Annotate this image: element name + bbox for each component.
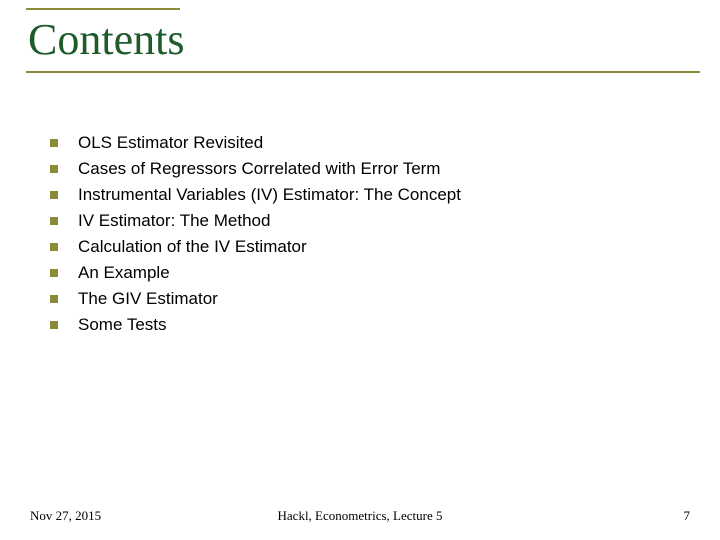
square-bullet-icon xyxy=(50,139,58,147)
list-item: An Example xyxy=(50,260,680,286)
list-item: OLS Estimator Revisited xyxy=(50,130,680,156)
list-item: Some Tests xyxy=(50,312,680,338)
list-item-label: IV Estimator: The Method xyxy=(78,211,270,230)
list-item-label: Some Tests xyxy=(78,315,167,334)
list-item-label: OLS Estimator Revisited xyxy=(78,133,263,152)
list-item-label: Calculation of the IV Estimator xyxy=(78,237,307,256)
slide: Contents OLS Estimator Revisited Cases o… xyxy=(0,0,720,540)
list-item-label: Instrumental Variables (IV) Estimator: T… xyxy=(78,185,461,204)
list-item: Instrumental Variables (IV) Estimator: T… xyxy=(50,182,680,208)
square-bullet-icon xyxy=(50,269,58,277)
title-rule-bottom xyxy=(26,71,700,73)
square-bullet-icon xyxy=(50,191,58,199)
list-item: Cases of Regressors Correlated with Erro… xyxy=(50,156,680,182)
list-item: Calculation of the IV Estimator xyxy=(50,234,680,260)
title-rule-top xyxy=(26,8,180,10)
title-block: Contents xyxy=(28,8,700,73)
list-item: The GIV Estimator xyxy=(50,286,680,312)
content-area: OLS Estimator Revisited Cases of Regress… xyxy=(50,130,680,338)
square-bullet-icon xyxy=(50,217,58,225)
square-bullet-icon xyxy=(50,165,58,173)
list-item: IV Estimator: The Method xyxy=(50,208,680,234)
square-bullet-icon xyxy=(50,295,58,303)
footer-page-number: 7 xyxy=(684,508,691,524)
list-item-label: Cases of Regressors Correlated with Erro… xyxy=(78,159,440,178)
page-title: Contents xyxy=(28,14,700,65)
list-item-label: An Example xyxy=(78,263,170,282)
square-bullet-icon xyxy=(50,243,58,251)
bullet-list: OLS Estimator Revisited Cases of Regress… xyxy=(50,130,680,338)
list-item-label: The GIV Estimator xyxy=(78,289,218,308)
square-bullet-icon xyxy=(50,321,58,329)
footer-center: Hackl, Econometrics, Lecture 5 xyxy=(30,508,690,524)
